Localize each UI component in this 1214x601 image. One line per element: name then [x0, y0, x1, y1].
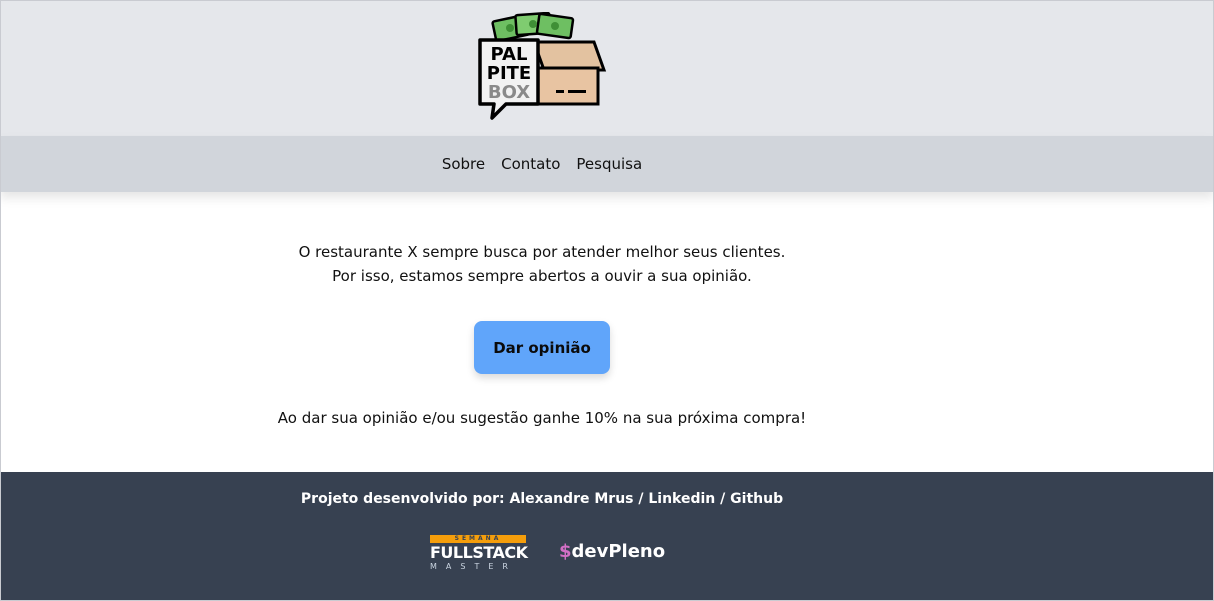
credits-prefix: Projeto desenvolvido por: — [300, 491, 510, 507]
devpleno-name: devPleno — [571, 541, 666, 562]
nav-link-contato[interactable]: Contato — [501, 155, 560, 173]
fullstack-logo-sub: MASTER — [430, 562, 517, 571]
credits-line: Projeto desenvolvido por: Alexandre Mrus… — [0, 491, 1084, 507]
money-bills-icon — [491, 12, 575, 43]
author-link[interactable]: Alexandre Mrus — [509, 491, 633, 507]
give-opinion-button[interactable]: Dar opinião — [474, 321, 610, 374]
intro-line-1: O restaurante X sempre busca por atender… — [298, 243, 786, 261]
credits-separator: / — [633, 491, 649, 507]
svg-text:PITE: PITE — [487, 63, 531, 84]
speech-bubble-icon: PAL PITE BOX — [478, 38, 540, 120]
intro-text: O restaurante X sempre busca por atender… — [0, 240, 1084, 288]
nav-links: Sobre Contato Pesquisa — [0, 136, 1084, 192]
box-icon — [531, 40, 607, 106]
fullstack-logo-top: SEMANA — [430, 535, 526, 543]
footer: Projeto desenvolvido por: Alexandre Mrus… — [0, 472, 1214, 601]
palpitebox-logo[interactable]: PAL PITE BOX — [476, 12, 610, 122]
intro-line-2: Por isso, estamos sempre abertos a ouvir… — [332, 267, 752, 285]
linkedin-link[interactable]: Linkedin — [648, 491, 715, 507]
header: PAL PITE BOX — [0, 0, 1214, 136]
nav-link-sobre[interactable]: Sobre — [442, 155, 485, 173]
svg-text:BOX: BOX — [488, 82, 530, 103]
nav-link-pesquisa[interactable]: Pesquisa — [576, 155, 642, 173]
fullstack-master-logo: SEMANA FULLSTACK MASTER — [430, 535, 528, 571]
devpleno-dollar-icon: $ — [559, 541, 572, 562]
fullstack-logo-main: FULLSTACK — [430, 543, 528, 562]
svg-text:PAL: PAL — [491, 44, 528, 65]
github-link[interactable]: Github — [730, 491, 783, 507]
main-navbar: Sobre Contato Pesquisa — [0, 136, 1214, 192]
credits-separator: / — [715, 491, 731, 507]
promo-text: Ao dar sua opinião e/ou sugestão ganhe 1… — [277, 409, 807, 427]
main-content: O restaurante X sempre busca por atender… — [0, 192, 1214, 472]
devpleno-logo: $devPleno — [559, 541, 665, 562]
